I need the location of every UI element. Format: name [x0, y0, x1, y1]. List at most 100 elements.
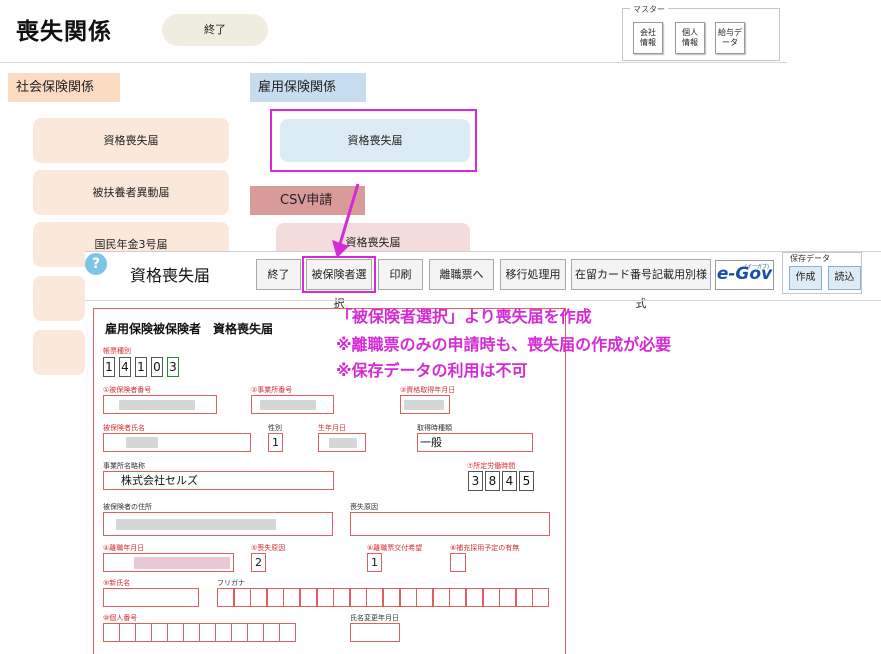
- acquisition-type-field[interactable]: 一般: [417, 433, 533, 452]
- office-number-label: ②事業所番号: [251, 386, 293, 394]
- furigana-cell[interactable]: [466, 588, 483, 607]
- separation-slip-button[interactable]: 離職票へ: [429, 259, 494, 290]
- personal-number-cell[interactable]: [167, 623, 184, 642]
- personal-number-cell[interactable]: [151, 623, 168, 642]
- insured-name-field[interactable]: [103, 433, 251, 452]
- continued-employment-field[interactable]: [450, 553, 466, 572]
- furigana-cell[interactable]: [432, 588, 450, 607]
- work-hours-digit: 3: [468, 471, 483, 491]
- furigana-cell[interactable]: [233, 588, 251, 607]
- furigana-cell[interactable]: [316, 588, 334, 607]
- create-button[interactable]: 作成: [789, 266, 822, 290]
- annotation-line-1: 「被保険者選択」より喪失届を作成: [336, 307, 592, 326]
- salary-data-button[interactable]: 給与データ: [715, 22, 745, 54]
- employment-loss-highlight: [270, 109, 477, 172]
- personal-number-cell[interactable]: [215, 623, 232, 642]
- social-loss-tile[interactable]: 資格喪失届: [33, 118, 229, 163]
- personal-number-cell[interactable]: [263, 623, 280, 642]
- acquisition-date-label: ③資格取得年月日: [400, 386, 456, 394]
- furigana-cell[interactable]: [333, 588, 351, 607]
- personal-number-cell[interactable]: [199, 623, 216, 642]
- insured-address-field[interactable]: [103, 512, 333, 536]
- furigana-cell[interactable]: [515, 588, 533, 607]
- social-tile-4[interactable]: [33, 276, 85, 321]
- redacted-value: [116, 519, 276, 530]
- work-hours-label: ⑦所定労働時間: [467, 462, 516, 470]
- furigana-cell[interactable]: [416, 588, 434, 607]
- furigana-cell[interactable]: [383, 588, 400, 607]
- migration-button[interactable]: 移行処理用: [500, 259, 566, 290]
- personal-number-cell[interactable]: [231, 623, 248, 642]
- separation-date-field[interactable]: [103, 553, 234, 572]
- new-name-field[interactable]: [103, 588, 199, 607]
- master-legend: マスター: [630, 4, 668, 15]
- page-title: 喪失関係: [16, 19, 112, 45]
- person-info-label: 個人情報: [682, 28, 698, 47]
- separation-slip-hope-field[interactable]: 1: [367, 553, 382, 572]
- arrow-shaft: [338, 183, 360, 245]
- loss-cause-field[interactable]: 2: [251, 553, 266, 572]
- person-info-button[interactable]: 個人情報: [675, 22, 705, 54]
- residence-card-button[interactable]: 在留カード番号記載用別様式: [571, 259, 711, 310]
- acquisition-date-field[interactable]: [400, 395, 450, 414]
- egov-sublabel: (イーガブ): [745, 264, 769, 270]
- company-info-label: 会社情報: [640, 28, 656, 47]
- furigana-cell[interactable]: [482, 588, 500, 607]
- end-button[interactable]: 終了: [162, 14, 268, 46]
- furigana-cell[interactable]: [250, 588, 268, 607]
- office-number-field[interactable]: [251, 395, 334, 414]
- personal-number-cell[interactable]: [119, 623, 136, 642]
- dialog-end-button[interactable]: 終了: [256, 259, 301, 290]
- furigana-cell[interactable]: [399, 588, 417, 607]
- form-type-digit: 1: [103, 357, 115, 377]
- furigana-cell[interactable]: [532, 588, 550, 607]
- dependent-change-tile[interactable]: 被扶養者異動届: [33, 170, 229, 215]
- acquisition-type-label: 取得時種類: [417, 424, 452, 432]
- furigana-cell[interactable]: [283, 588, 301, 607]
- work-hours-digit: 8: [485, 471, 500, 491]
- insured-number-field[interactable]: [103, 395, 217, 414]
- furigana-cell[interactable]: [366, 588, 384, 607]
- social-tile-5[interactable]: [33, 330, 85, 375]
- furigana-cell[interactable]: [499, 588, 517, 607]
- form-title: 雇用保険被保険者 資格喪失届: [105, 322, 274, 336]
- load-button[interactable]: 読込: [828, 266, 861, 290]
- name-change-date-label: 氏名変更年月日: [350, 614, 399, 622]
- furigana-cell[interactable]: [349, 588, 367, 607]
- form-type-digit: 0: [151, 357, 163, 377]
- personal-number-cell[interactable]: [183, 623, 200, 642]
- personal-number-cell[interactable]: [279, 623, 296, 642]
- annotation-line-2: ※離職票のみの申請時も、喪失届の作成が必要: [336, 335, 672, 354]
- insured-name-label: 被保険者氏名: [103, 424, 145, 432]
- redacted-value: [119, 400, 195, 410]
- print-button[interactable]: 印刷: [378, 259, 423, 290]
- loss-reason-field[interactable]: [350, 512, 550, 536]
- saved-data-label: 保存データ: [790, 254, 830, 263]
- redacted-value: [126, 437, 158, 448]
- name-change-date-field[interactable]: [350, 623, 400, 642]
- company-info-button[interactable]: 会社情報: [633, 22, 663, 54]
- select-insured-highlight: [302, 256, 376, 293]
- work-hours-digit: 5: [519, 471, 534, 491]
- help-icon[interactable]: ?: [85, 253, 107, 275]
- office-name-label: 事業所名略称: [103, 462, 145, 470]
- furigana-cell[interactable]: [217, 588, 234, 607]
- personal-number-cell[interactable]: [247, 623, 264, 642]
- personal-number-cell[interactable]: [103, 623, 120, 642]
- insured-number-label: ①被保険者番号: [103, 386, 152, 394]
- furigana-cell[interactable]: [300, 588, 317, 607]
- separation-slip-hope-label: ⑥離職票交付希望: [367, 544, 423, 552]
- gender-label: 性別: [268, 424, 282, 432]
- salary-data-label: 給与データ: [718, 28, 742, 47]
- form-type-label: 帳票種別: [103, 347, 131, 355]
- birth-date-field[interactable]: [318, 433, 366, 452]
- dialog-title: 資格喪失届: [130, 266, 211, 285]
- work-hours-digit: 4: [502, 471, 517, 491]
- furigana-cell[interactable]: [266, 588, 284, 607]
- office-name-field[interactable]: 株式会社セルズ: [103, 471, 334, 490]
- form-type-digit: 1: [135, 357, 147, 377]
- furigana-cell[interactable]: [449, 588, 467, 607]
- personal-number-cell[interactable]: [135, 623, 152, 642]
- continued-employment-label: ⑧補充採用予定の有無: [450, 544, 520, 552]
- gender-field[interactable]: 1: [268, 433, 283, 452]
